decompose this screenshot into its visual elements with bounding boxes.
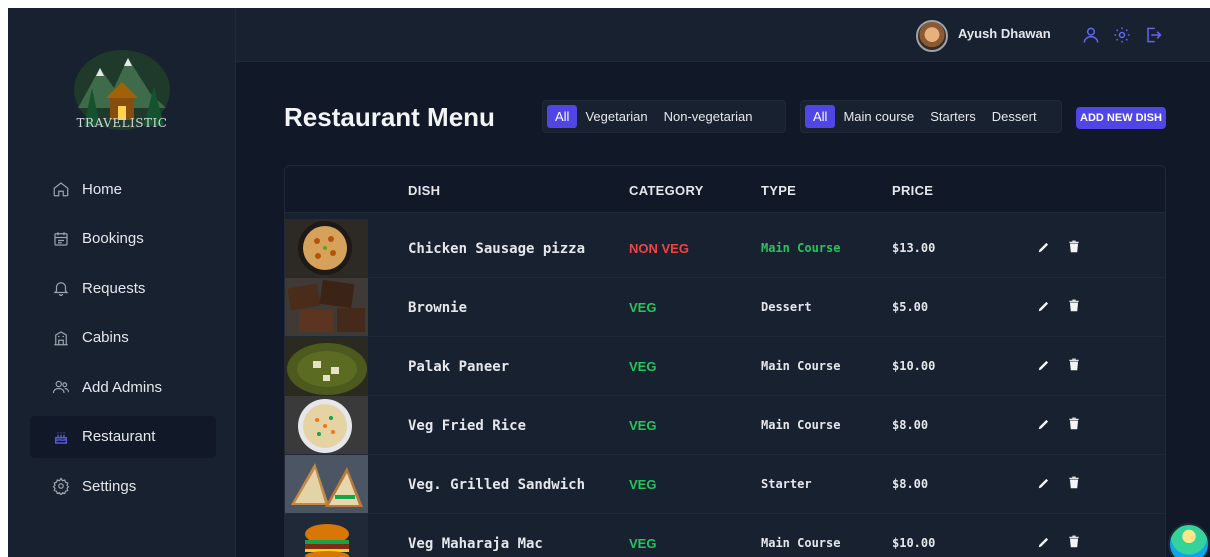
trash-icon[interactable] xyxy=(1067,240,1083,256)
dish-price: $10.00 xyxy=(892,536,936,550)
dish-price: $13.00 xyxy=(892,241,936,255)
category-badge: VEG xyxy=(629,359,657,374)
dish-image xyxy=(285,219,368,277)
table-row[interactable]: Veg. Grilled Sandwich VEG Starter $8.00 xyxy=(285,455,1165,514)
filter-course-main[interactable]: Main course xyxy=(835,105,922,128)
dish-price: $10.00 xyxy=(892,359,936,373)
dish-type: Starter xyxy=(761,477,812,491)
filter-course-dessert[interactable]: Dessert xyxy=(984,105,1045,128)
cabin-icon xyxy=(52,329,70,347)
dish-type: Dessert xyxy=(761,300,812,314)
trash-icon[interactable] xyxy=(1067,535,1083,551)
sidebar-item-label: Bookings xyxy=(82,230,144,247)
table-row[interactable]: Brownie VEG Dessert $5.00 xyxy=(285,278,1165,337)
sun-icon[interactable] xyxy=(1112,25,1132,45)
edit-icon[interactable] xyxy=(1037,240,1053,256)
edit-icon[interactable] xyxy=(1037,417,1053,433)
dish-type: Main Course xyxy=(761,418,841,432)
sidebar-item-label: Home xyxy=(82,180,123,198)
menu-table: DISH CATEGORY TYPE PRICE Chicken Sausage… xyxy=(284,165,1166,557)
category-badge: VEG xyxy=(629,418,657,433)
sidebar-item-requests[interactable]: Requests xyxy=(30,267,216,309)
dish-name: Palak Paneer xyxy=(408,359,510,375)
edit-icon[interactable] xyxy=(1037,299,1053,315)
dish-image xyxy=(285,455,368,513)
dish-name: Brownie xyxy=(408,300,468,316)
user-icon[interactable] xyxy=(1081,25,1101,45)
sidebar-item-label: Add Admins xyxy=(82,378,163,396)
filter-diet-vegetarian[interactable]: Vegetarian xyxy=(577,105,655,128)
dish-image xyxy=(285,396,368,454)
sidebar-item-home[interactable]: Home xyxy=(30,168,216,210)
column-header-dish: DISH xyxy=(408,183,441,198)
sidebar-item-label: Settings xyxy=(82,477,137,495)
column-header-price: PRICE xyxy=(892,183,934,198)
sidebar-item-label: Restaurant xyxy=(82,428,156,445)
filter-course-starters[interactable]: Starters xyxy=(922,105,984,128)
column-header-type: TYPE xyxy=(761,183,797,198)
gear-icon xyxy=(52,477,70,495)
page-title: Restaurant Menu xyxy=(284,102,495,132)
logout-icon[interactable] xyxy=(1143,25,1163,45)
sidebar-nav: Home Bookings Requests Cabins Add Admins… xyxy=(30,168,216,515)
category-badge: NON VEG xyxy=(629,241,689,256)
diet-filter: All Vegetarian Non-vegetarian xyxy=(542,100,786,133)
category-badge: VEG xyxy=(629,300,657,315)
dish-type: Main Course xyxy=(761,536,841,550)
avatar[interactable] xyxy=(916,20,948,52)
dish-name: Chicken Sausage pizza xyxy=(408,241,586,257)
sidebar-item-settings[interactable]: Settings xyxy=(30,465,216,507)
edit-icon[interactable] xyxy=(1037,358,1053,374)
sidebar-item-bookings[interactable]: Bookings xyxy=(30,218,216,260)
dish-image xyxy=(285,337,368,395)
app-window: TRAVELISTIC Home Bookings Requests Cabin… xyxy=(8,8,1210,557)
user-name: Ayush Dhawan xyxy=(958,26,1051,41)
table-row[interactable]: Palak Paneer VEG Main Course $10.00 xyxy=(285,337,1165,396)
trash-icon[interactable] xyxy=(1067,299,1083,315)
home-icon xyxy=(52,180,70,198)
category-badge: VEG xyxy=(629,477,657,492)
filter-diet-all[interactable]: All xyxy=(547,105,578,128)
dish-name: Veg Maharaja Mac xyxy=(408,536,543,552)
course-filter: All Main course Starters Dessert xyxy=(800,100,1062,133)
dish-image xyxy=(285,514,368,557)
sidebar-item-add-admins[interactable]: Add Admins xyxy=(30,366,216,408)
sidebar-item-cabins[interactable]: Cabins xyxy=(30,317,216,359)
brand-name: TRAVELISTIC xyxy=(76,116,168,130)
filter-course-all[interactable]: All xyxy=(805,105,836,128)
edit-icon[interactable] xyxy=(1037,535,1053,551)
table-row[interactable]: Veg Fried Rice VEG Main Course $8.00 xyxy=(285,396,1165,455)
sidebar-item-restaurant[interactable]: Restaurant xyxy=(30,415,216,458)
filter-diet-nonveg[interactable]: Non-vegetarian xyxy=(656,105,761,128)
dish-name: Veg Fried Rice xyxy=(408,418,527,434)
category-badge: VEG xyxy=(629,536,657,551)
top-header: Ayush Dhawan xyxy=(236,8,1210,62)
dish-price: $5.00 xyxy=(892,300,929,314)
assistant-fab-button[interactable] xyxy=(1168,523,1210,557)
dish-price: $8.00 xyxy=(892,418,929,432)
sidebar-item-label: Cabins xyxy=(82,329,129,346)
bell-icon xyxy=(52,279,70,297)
dish-name: Veg. Grilled Sandwich xyxy=(408,477,586,493)
sidebar-item-label: Requests xyxy=(82,279,146,297)
users-icon xyxy=(52,378,70,396)
table-header: DISH CATEGORY TYPE PRICE xyxy=(285,166,1165,213)
trash-icon[interactable] xyxy=(1067,476,1083,492)
dish-type: Main Course xyxy=(761,241,841,255)
dish-price: $8.00 xyxy=(892,477,929,491)
sidebar: TRAVELISTIC Home Bookings Requests Cabin… xyxy=(8,8,236,557)
table-row[interactable]: Veg Maharaja Mac VEG Main Course $10.00 xyxy=(285,514,1165,557)
edit-icon[interactable] xyxy=(1037,476,1053,492)
add-new-dish-button[interactable]: ADD NEW DISH xyxy=(1076,107,1166,129)
column-header-category: CATEGORY xyxy=(629,183,704,198)
cake-icon xyxy=(52,428,70,446)
dish-image xyxy=(285,278,368,336)
trash-icon[interactable] xyxy=(1067,417,1083,433)
dish-type: Main Course xyxy=(761,359,841,373)
calendar-icon xyxy=(52,230,70,248)
trash-icon[interactable] xyxy=(1067,358,1083,374)
table-row[interactable]: Chicken Sausage pizza NON VEG Main Cours… xyxy=(285,219,1165,278)
